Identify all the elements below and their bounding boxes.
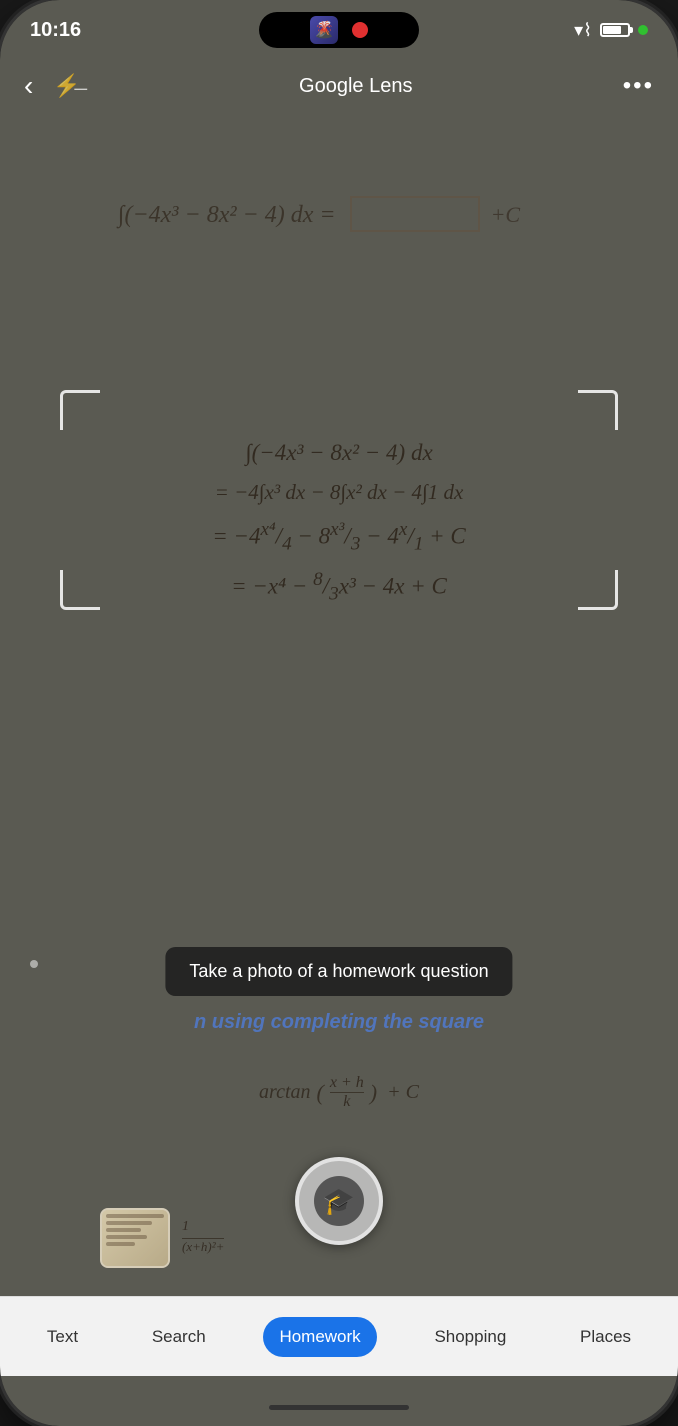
nav-bar: ‹ ⚡̶ Google Lens ••• [0,58,678,114]
math-line-1: ∫(−4x³ − 8x² − 4) dx [245,440,432,466]
battery-fill [603,26,621,34]
math-line-3: = −4x⁴/4 − 8x³/3 − 4x/1 + C [212,519,466,555]
tab-shopping-label: Shopping [434,1327,506,1347]
back-button[interactable]: ‹ [24,70,33,102]
notch-app-icon: 🌋 [310,16,338,44]
tab-homework-label: Homework [279,1327,360,1347]
homework-tooltip: Take a photo of a homework question [165,947,512,996]
battery-icon [600,23,630,37]
record-indicator [352,22,368,38]
tab-places[interactable]: Places [564,1317,647,1357]
flash-off-icon[interactable]: ⚡̶ [53,73,80,99]
left-indicator-dot [30,960,38,968]
tab-text[interactable]: Text [31,1317,94,1357]
shutter-button[interactable]: 🎓 [295,1157,383,1245]
green-status-dot [638,25,648,35]
wifi-icon: ▾⌇ [574,20,592,41]
status-bar: 10:16 🌋 ▾⌇ [0,0,678,60]
home-indicator [269,1405,409,1410]
tab-homework[interactable]: Homework [263,1317,376,1357]
plus-c-top: +C [491,202,521,227]
tab-search[interactable]: Search [136,1317,222,1357]
notch: 🌋 [259,12,419,48]
tab-bar: Text Search Homework Shopping Places [0,1296,678,1376]
formula-top-text: ∫(−4x³ − 8x² − 4) dx = [118,202,336,228]
formula-top: ∫(−4x³ − 8x² − 4) dx = +C [98,190,580,242]
math-line-4: = −x⁴ − 8/3x³ − 4x + C [231,569,447,605]
camera-controls: 🎓 [0,1106,678,1296]
tab-places-label: Places [580,1327,631,1347]
tooltip-text: Take a photo of a homework question [189,961,488,981]
math-line-2: = −4∫x³ dx − 8∫x² dx − 4∫1 dx [215,480,464,505]
status-icons: ▾⌇ [419,20,648,41]
math-solutions: ∫(−4x³ − 8x² − 4) dx = −4∫x³ dx − 8∫x² d… [0,440,678,606]
app-title: Google Lens [89,75,623,98]
camera-viewfinder: ∫(−4x³ − 8x² − 4) dx = +C ∫(−4x³ − 8x² −… [0,0,678,1426]
graduation-cap-icon: 🎓 [323,1186,355,1217]
tab-search-label: Search [152,1327,206,1347]
tab-text-label: Text [47,1327,78,1347]
tab-shopping[interactable]: Shopping [418,1317,522,1357]
completing-square-text: n using completing the square [0,1011,678,1034]
shutter-inner: 🎓 [314,1176,364,1226]
status-time: 10:16 [30,19,259,42]
answer-box [350,196,480,232]
more-options-button[interactable]: ••• [623,72,654,100]
phone-frame: ∫(−4x³ − 8x² − 4) dx = +C ∫(−4x³ − 8x² −… [0,0,678,1426]
